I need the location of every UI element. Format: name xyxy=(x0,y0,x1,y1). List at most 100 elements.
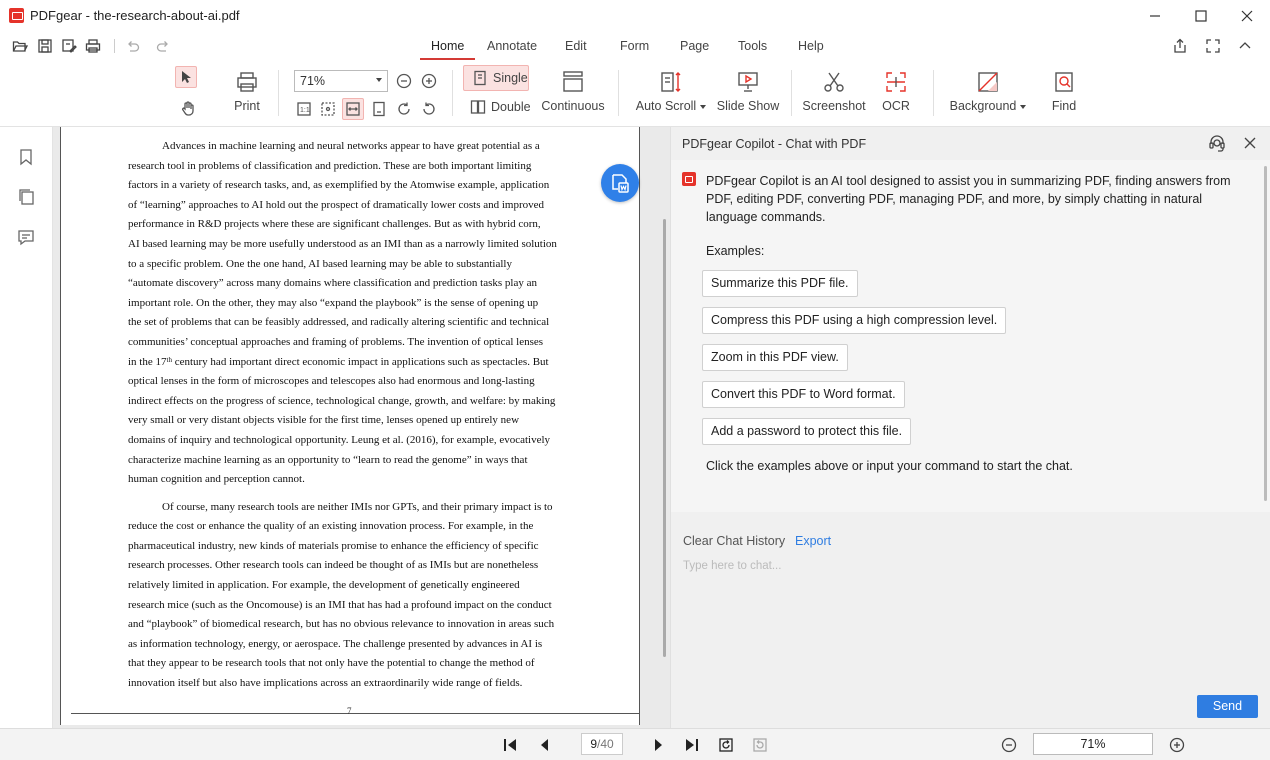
rotate-clockwise-button[interactable] xyxy=(393,98,415,120)
pdfgear-logo-icon xyxy=(9,8,24,23)
background-icon xyxy=(978,72,998,92)
last-page-button[interactable] xyxy=(682,735,702,755)
maximize-icon xyxy=(1195,9,1207,22)
close-copilot-icon[interactable] xyxy=(1241,134,1259,152)
previous-page-button[interactable] xyxy=(535,735,555,755)
export-button[interactable]: Export xyxy=(795,534,831,548)
tab-edit[interactable]: Edit xyxy=(565,39,587,53)
menu-row: Home Annotate Edit Form Page Tools Help xyxy=(0,31,1270,61)
status-zoom-in-button[interactable] xyxy=(1167,735,1187,755)
save-icon[interactable] xyxy=(37,38,53,54)
actual-size-icon: 1:1 xyxy=(297,102,311,116)
ocr-icon xyxy=(886,72,906,92)
redo-icon[interactable] xyxy=(155,38,171,54)
zoom-select[interactable]: 71% xyxy=(294,70,388,92)
document-viewer[interactable]: Advances in machine learning and neural … xyxy=(53,127,670,728)
fit-page-icon xyxy=(321,102,335,116)
comments-icon[interactable] xyxy=(17,228,35,246)
go-forward-view-button[interactable] xyxy=(750,735,770,755)
document-scrollbar[interactable] xyxy=(663,219,666,657)
tab-tools[interactable]: Tools xyxy=(738,39,767,53)
fit-page-button[interactable] xyxy=(317,98,339,120)
close-window-button[interactable] xyxy=(1224,0,1270,31)
example-compress-button[interactable]: Compress this PDF using a high compressi… xyxy=(702,307,1007,334)
share-icon[interactable] xyxy=(1172,38,1188,54)
ocr-button[interactable]: OCR xyxy=(881,67,911,113)
hand-tool-button[interactable] xyxy=(177,97,199,119)
copilot-intro: PDFgear Copilot is an AI tool designed t… xyxy=(706,174,1231,224)
copilot-title: PDFgear Copilot - Chat with PDF xyxy=(682,137,867,151)
continuous-button[interactable]: Continuous xyxy=(541,67,605,113)
chat-input[interactable]: Type here to chat... xyxy=(683,560,1253,572)
page-number-input[interactable]: 9/40 xyxy=(581,733,623,755)
rotate-counterclockwise-icon xyxy=(423,102,435,115)
page-line: to a specific problem. One the one hand,… xyxy=(128,257,512,270)
find-label: Find xyxy=(1051,99,1077,113)
maximize-button[interactable] xyxy=(1178,0,1224,31)
send-button[interactable]: Send xyxy=(1197,695,1258,718)
page-line: research mice (such as the Oncomouse) is… xyxy=(128,598,552,611)
actual-size-button[interactable]: 1:1 xyxy=(293,98,315,120)
zoom-out-icon xyxy=(1001,737,1017,753)
separator xyxy=(791,70,792,116)
save-as-icon[interactable] xyxy=(61,38,77,54)
continuous-icon xyxy=(563,71,583,92)
double-page-button[interactable]: Double xyxy=(470,99,531,115)
find-button[interactable]: Find xyxy=(1051,67,1077,113)
page-line: important role. On the other, they may a… xyxy=(128,296,539,309)
bookmark-icon[interactable] xyxy=(17,148,35,166)
example-summarize-button[interactable]: Summarize this PDF file. xyxy=(702,270,858,297)
separator xyxy=(278,70,279,116)
next-page-button[interactable] xyxy=(648,735,668,755)
open-folder-icon[interactable] xyxy=(12,38,29,54)
fullscreen-icon[interactable] xyxy=(1205,38,1221,54)
background-button[interactable]: Background xyxy=(950,67,1027,113)
tab-page[interactable]: Page xyxy=(680,39,709,53)
tab-form[interactable]: Form xyxy=(620,39,649,53)
clear-chat-history-button[interactable]: Clear Chat History xyxy=(683,534,785,548)
auto-scroll-button[interactable]: Auto Scroll xyxy=(635,67,707,113)
status-zoom-out-button[interactable] xyxy=(999,735,1019,755)
select-tool-button[interactable] xyxy=(175,66,197,88)
example-zoom-button[interactable]: Zoom in this PDF view. xyxy=(702,344,848,371)
example-convert-button[interactable]: Convert this PDF to Word format. xyxy=(702,381,905,408)
status-zoom-field[interactable]: 71% xyxy=(1033,733,1153,755)
zoom-in-button[interactable] xyxy=(418,70,440,92)
tab-home[interactable]: Home xyxy=(431,39,464,53)
single-page-button[interactable]: Single xyxy=(463,65,529,91)
page-line: pharmaceutical industry, new kinds of ma… xyxy=(128,539,539,552)
tab-annotate[interactable]: Annotate xyxy=(487,39,537,53)
page-line-partial xyxy=(128,129,575,137)
fit-width-button[interactable] xyxy=(342,98,364,120)
support-headset-icon[interactable] xyxy=(1208,134,1226,152)
chat-scrollbar[interactable] xyxy=(1264,166,1267,501)
print-quick-icon[interactable] xyxy=(85,38,101,54)
minimize-button[interactable] xyxy=(1132,0,1178,31)
tab-help[interactable]: Help xyxy=(798,39,824,53)
thumbnails-icon[interactable] xyxy=(17,188,35,206)
page-line-end: century had important direct economic im… xyxy=(171,355,549,368)
last-page-icon xyxy=(686,739,698,751)
copilot-panel: PDFgear Copilot - Chat with PDF PDFgear … xyxy=(670,127,1270,728)
go-back-view-button[interactable] xyxy=(716,735,736,755)
page-line: communities’ conceptual approaches and f… xyxy=(128,335,544,348)
chat-area: PDFgear Copilot is an AI tool designed t… xyxy=(671,160,1270,512)
undo-icon[interactable] xyxy=(125,38,141,54)
print-label: Print xyxy=(234,99,260,113)
screenshot-button[interactable]: Screenshot xyxy=(802,67,866,113)
next-page-icon xyxy=(655,739,662,751)
print-button[interactable]: Print xyxy=(233,67,261,113)
collapse-ribbon-icon[interactable] xyxy=(1237,38,1253,54)
window-title: PDFgear - the-research-about-ai.pdf xyxy=(30,8,240,23)
convert-to-word-button[interactable] xyxy=(601,164,639,202)
scissors-icon xyxy=(824,72,844,92)
double-page-icon xyxy=(470,100,486,114)
rotate-counterclockwise-button[interactable] xyxy=(418,98,440,120)
zoom-out-button[interactable] xyxy=(393,70,415,92)
example-password-button[interactable]: Add a password to protect this file. xyxy=(702,418,912,445)
status-bar: 9/40 71% xyxy=(0,728,1270,760)
chat-footer: Clear Chat History Export Type here to c… xyxy=(671,512,1270,728)
slide-show-button[interactable]: Slide Show xyxy=(717,67,779,113)
fit-height-button[interactable] xyxy=(368,98,390,120)
first-page-button[interactable] xyxy=(500,735,520,755)
